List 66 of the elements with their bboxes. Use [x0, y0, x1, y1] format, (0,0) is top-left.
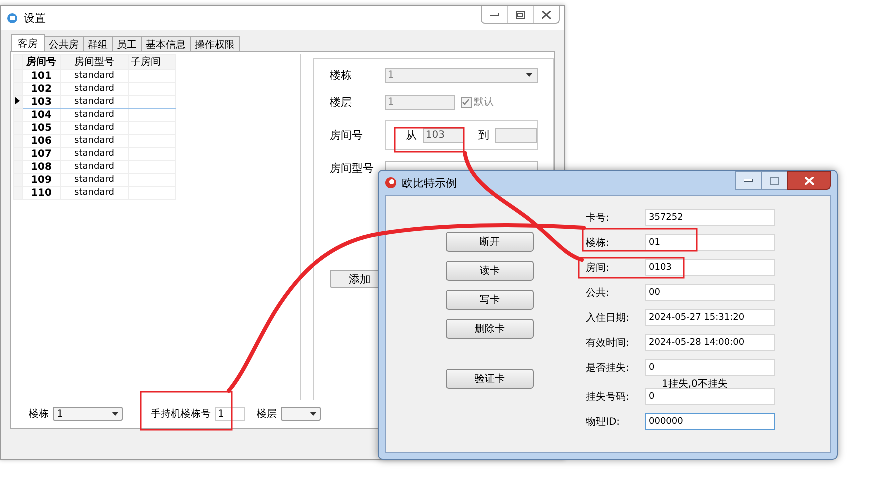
- table-cell: standard: [60, 108, 128, 122]
- table-cell: 107: [22, 148, 60, 160]
- table-cell: 108: [22, 160, 60, 174]
- field-label: 有效时间:: [586, 336, 630, 350]
- field-label: 楼栋: [29, 408, 49, 421]
- field-label: 楼层: [257, 408, 277, 421]
- table-cell: 104: [22, 108, 60, 122]
- window-title: 设置: [24, 10, 46, 26]
- input-field[interactable]: 01: [645, 234, 775, 251]
- column-header[interactable]: 房间号: [22, 54, 60, 70]
- table-cell: 103: [22, 96, 60, 108]
- action-button[interactable]: 读卡: [446, 261, 534, 281]
- field-label: 是否挂失:: [586, 362, 630, 374]
- column-header[interactable]: 房间型号: [60, 54, 128, 70]
- input-field[interactable]: 0: [645, 388, 775, 405]
- input-field[interactable]: 2024-05-27 15:31:20: [645, 309, 775, 326]
- tab[interactable]: 基本信息: [141, 36, 191, 51]
- field-label: 公共:: [586, 286, 610, 300]
- table-cell: standard: [60, 122, 128, 134]
- table-cell: 101: [22, 70, 60, 82]
- tab[interactable]: 公共房: [44, 36, 84, 51]
- table-cell: 105: [22, 122, 60, 134]
- field-label: 楼栋:: [586, 236, 610, 250]
- table-cell: 102: [22, 82, 60, 96]
- action-button[interactable]: 断开: [446, 232, 534, 252]
- action-button[interactable]: 验证卡: [446, 369, 534, 389]
- input-field[interactable]: 2024-05-28 14:00:00: [645, 334, 775, 351]
- tab[interactable]: 操作权限: [190, 36, 240, 51]
- building-dropdown[interactable]: 1: [53, 407, 123, 421]
- from-label: 从: [406, 128, 417, 142]
- field-label: 手持机楼栋号: [151, 408, 211, 421]
- table-cell: standard: [60, 96, 128, 108]
- field-label: 楼栋: [330, 68, 353, 82]
- action-button[interactable]: 删除卡: [446, 319, 534, 339]
- input-field[interactable]: 0: [645, 359, 775, 376]
- input-field[interactable]: 00: [645, 284, 775, 301]
- table-cell: standard: [60, 148, 128, 160]
- to-label: 到: [478, 128, 490, 142]
- input-field[interactable]: 357252: [645, 209, 775, 226]
- tab[interactable]: 员工: [112, 36, 142, 51]
- field-label: 房间:: [586, 262, 610, 274]
- table-cell: standard: [60, 134, 128, 148]
- table-cell: standard: [60, 174, 128, 186]
- field-label: 入住日期:: [586, 312, 630, 324]
- table-cell: 109: [22, 174, 60, 186]
- field-label: 房间号: [330, 128, 364, 142]
- table-cell: standard: [60, 82, 128, 96]
- table-cell: standard: [60, 186, 128, 200]
- field-label: 物理ID:: [586, 416, 622, 428]
- field-label: 卡号:: [586, 212, 610, 224]
- field-label: 楼层: [330, 94, 353, 110]
- tab[interactable]: 群组: [83, 36, 113, 51]
- column-header[interactable]: 子房间: [128, 54, 176, 70]
- window-title: 欧比特示例: [402, 176, 457, 190]
- hint-text: 1挂失,0不挂失: [662, 378, 729, 389]
- table-cell: standard: [60, 70, 128, 82]
- table-cell: standard: [60, 160, 128, 174]
- table-cell: 110: [22, 186, 60, 200]
- input-field[interactable]: 000000: [645, 413, 775, 430]
- tab[interactable]: 客房: [11, 34, 45, 51]
- handset-building-field[interactable]: 1: [215, 407, 245, 421]
- input-field[interactable]: 0103: [645, 259, 775, 276]
- action-button[interactable]: 写卡: [446, 290, 534, 310]
- field-label: 挂失号码:: [586, 390, 630, 404]
- field-label: 房间型号: [330, 160, 375, 176]
- table-cell: 106: [22, 134, 60, 148]
